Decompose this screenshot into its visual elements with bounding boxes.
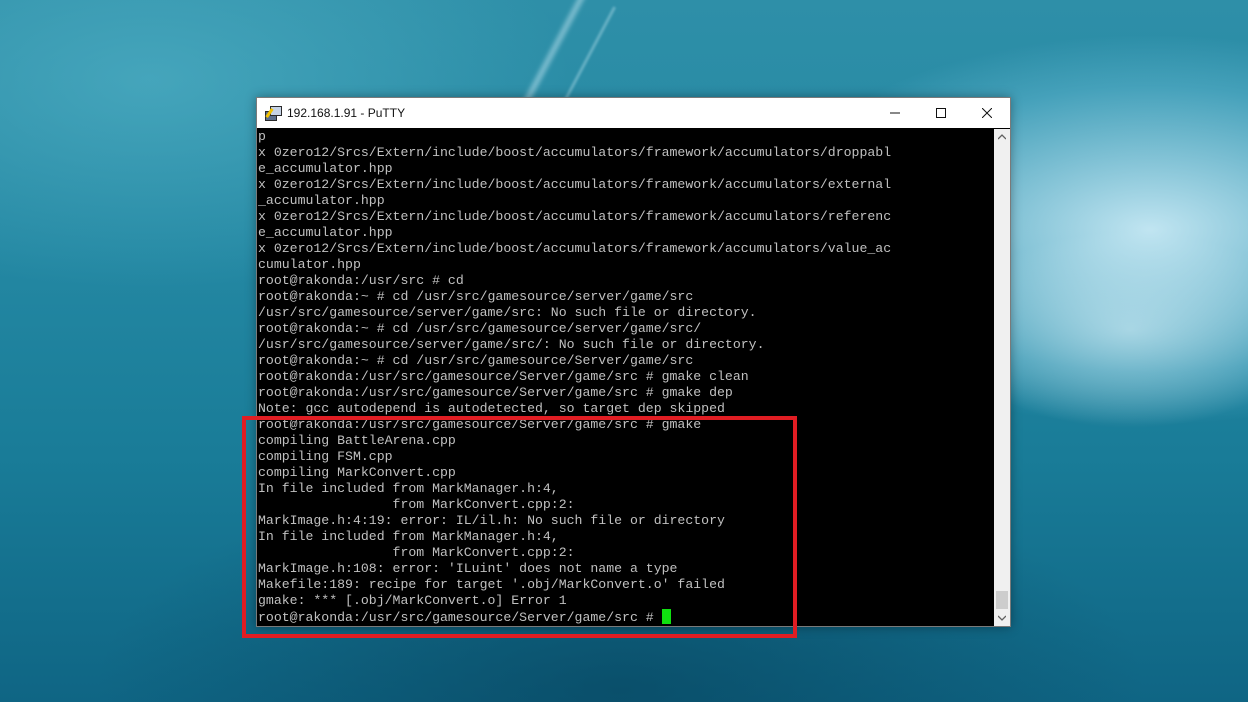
terminal-line: root@rakonda:/usr/src/gamesource/Server/…: [258, 385, 733, 400]
terminal-line: from MarkConvert.cpp:2:: [258, 545, 575, 560]
terminal-cursor: [661, 609, 671, 624]
scroll-up-button[interactable]: [994, 129, 1010, 145]
minimize-button[interactable]: [872, 98, 918, 128]
terminal-line: x 0zero12/Srcs/Extern/include/boost/accu…: [258, 177, 892, 192]
terminal-line: compiling FSM.cpp: [258, 449, 393, 464]
terminal-line: /usr/src/gamesource/server/game/src/: No…: [258, 337, 765, 352]
terminal-line: x 0zero12/Srcs/Extern/include/boost/accu…: [258, 145, 892, 160]
putty-icon[interactable]: [265, 105, 282, 121]
close-button[interactable]: [964, 98, 1010, 128]
terminal-output[interactable]: px 0zero12/Srcs/Extern/include/boost/acc…: [257, 129, 994, 626]
chevron-down-icon: [998, 615, 1006, 621]
title-bar[interactable]: 192.168.1.91 - PuTTY: [257, 98, 1010, 128]
terminal-line: e_accumulator.hpp: [258, 161, 393, 176]
terminal-line: root@rakonda:~ # cd /usr/src/gamesource/…: [258, 353, 694, 368]
terminal-line: e_accumulator.hpp: [258, 225, 393, 240]
terminal-line: MarkImage.h:4:19: error: IL/il.h: No suc…: [258, 513, 725, 528]
scroll-down-button[interactable]: [994, 610, 1010, 626]
minimize-icon: [890, 112, 900, 114]
maximize-icon: [936, 108, 946, 118]
window-title: 192.168.1.91 - PuTTY: [287, 106, 406, 120]
terminal-line: In file included from MarkManager.h:4,: [258, 529, 559, 544]
terminal-line: Makefile:189: recipe for target '.obj/Ma…: [258, 577, 725, 592]
maximize-button[interactable]: [918, 98, 964, 128]
scroll-thumb[interactable]: [996, 591, 1008, 609]
terminal-line: p: [258, 129, 266, 144]
terminal-line: In file included from MarkManager.h:4,: [258, 481, 559, 496]
chevron-up-icon: [998, 134, 1006, 140]
terminal-line: root@rakonda:/usr/src/gamesource/Server/…: [258, 417, 702, 432]
terminal-line: root@rakonda:/usr/src/gamesource/Server/…: [258, 369, 749, 384]
terminal-line: compiling MarkConvert.cpp: [258, 465, 456, 480]
terminal-line: /usr/src/gamesource/server/game/src: No …: [258, 305, 757, 320]
putty-window[interactable]: 192.168.1.91 - PuTTY px 0zero12/Srcs/Ext…: [256, 97, 1011, 627]
terminal-line: compiling BattleArena.cpp: [258, 433, 456, 448]
terminal-line: root@rakonda:/usr/src # cd: [258, 273, 464, 288]
terminal-line: root@rakonda:~ # cd /usr/src/gamesource/…: [258, 321, 702, 336]
terminal-line: x 0zero12/Srcs/Extern/include/boost/accu…: [258, 209, 892, 224]
terminal-line: root@rakonda:~ # cd /usr/src/gamesource/…: [258, 289, 694, 304]
terminal-line: MarkImage.h:108: error: 'ILuint' does no…: [258, 561, 678, 576]
terminal-line: Note: gcc autodepend is autodetected, so…: [258, 401, 725, 416]
terminal-line: _accumulator.hpp: [258, 193, 385, 208]
terminal-line: gmake: *** [.obj/MarkConvert.o] Error 1: [258, 593, 567, 608]
terminal-line: cumulator.hpp: [258, 257, 361, 272]
vertical-scrollbar[interactable]: [994, 129, 1010, 626]
prompt-line[interactable]: root@rakonda:/usr/src/gamesource/Server/…: [258, 609, 994, 625]
terminal-line: x 0zero12/Srcs/Extern/include/boost/accu…: [258, 241, 892, 256]
shell-prompt: root@rakonda:/usr/src/gamesource/Server/…: [258, 610, 662, 625]
terminal-line: from MarkConvert.cpp:2:: [258, 497, 575, 512]
close-icon: [982, 108, 992, 118]
